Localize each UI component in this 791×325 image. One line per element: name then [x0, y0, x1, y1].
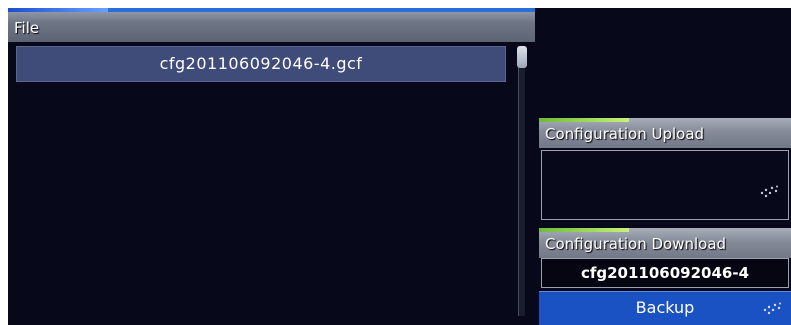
file-panel-title: File — [14, 19, 40, 37]
config-download-title: Configuration Download — [545, 235, 727, 253]
config-download-header[interactable]: Configuration Download — [539, 228, 791, 258]
header-accent-bar — [539, 228, 629, 232]
file-panel-header: File — [8, 8, 535, 42]
sparkle-cursor-icon — [763, 302, 781, 315]
config-upload-header[interactable]: Configuration Upload — [539, 118, 791, 148]
sparkle-cursor-icon — [760, 185, 778, 198]
header-accent-bar — [8, 8, 108, 12]
config-upload-area[interactable] — [541, 150, 789, 220]
file-list-item[interactable]: cfg201106092046-4.gcf — [16, 46, 506, 82]
file-panel: File cfg201106092046-4.gcf — [8, 8, 535, 325]
backup-button-label: Backup — [635, 298, 695, 317]
config-upload-title: Configuration Upload — [545, 125, 705, 143]
backup-filename-field[interactable]: cfg201106092046-4 — [541, 258, 789, 288]
backup-button[interactable]: Backup — [539, 291, 791, 325]
config-window: File cfg201106092046-4.gcf Configuration… — [8, 8, 791, 325]
file-name: cfg201106092046-4.gcf — [159, 54, 363, 73]
file-list[interactable]: cfg201106092046-4.gcf — [16, 46, 506, 316]
scrollbar-thumb[interactable] — [517, 46, 527, 68]
header-accent-bar — [539, 118, 629, 122]
file-list-scrollbar[interactable] — [517, 46, 527, 316]
config-side-panel: Configuration Upload Configuration Downl… — [535, 8, 791, 325]
